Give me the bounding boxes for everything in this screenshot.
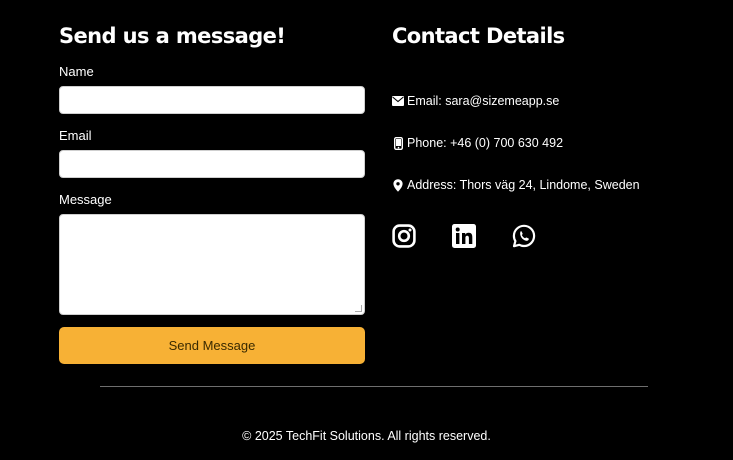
email-input[interactable]	[59, 150, 365, 178]
send-message-button[interactable]: Send Message	[59, 327, 365, 364]
mobile-phone-icon	[392, 136, 404, 150]
contact-phone-text[interactable]: Phone: +46 (0) 700 630 492	[407, 136, 563, 150]
form-heading: Send us a message!	[59, 24, 286, 48]
name-label: Name	[59, 64, 94, 79]
contact-heading: Contact Details	[392, 24, 565, 48]
contact-address: Address: Thors väg 24, Lindome, Sweden	[392, 177, 640, 193]
message-textarea[interactable]	[59, 214, 365, 315]
message-field-wrapper	[59, 214, 365, 315]
resize-handle-icon[interactable]	[355, 305, 362, 312]
social-links	[392, 224, 536, 248]
contact-address-text: Address: Thors väg 24, Lindome, Sweden	[407, 178, 640, 192]
contact-email: Email: sara@sizemeapp.se	[392, 93, 559, 109]
email-label: Email	[59, 128, 92, 143]
contact-phone: Phone: +46 (0) 700 630 492	[392, 135, 563, 151]
contact-email-text[interactable]: Email: sara@sizemeapp.se	[407, 94, 559, 108]
map-pin-icon	[392, 178, 404, 192]
contact-page: Send us a message! Name Email Message Se…	[0, 0, 733, 460]
message-form: Send us a message! Name Email Message Se…	[59, 22, 365, 364]
envelope-icon	[392, 95, 404, 107]
instagram-icon[interactable]	[392, 224, 416, 248]
linkedin-icon[interactable]	[452, 224, 476, 248]
copyright-text: © 2025 TechFit Solutions. All rights res…	[242, 429, 491, 443]
whatsapp-icon[interactable]	[512, 224, 536, 248]
footer-divider	[100, 386, 648, 387]
message-label: Message	[59, 192, 112, 207]
name-input[interactable]	[59, 86, 365, 114]
contact-details: Contact Details Email: sara@sizemeapp.se…	[392, 22, 692, 248]
